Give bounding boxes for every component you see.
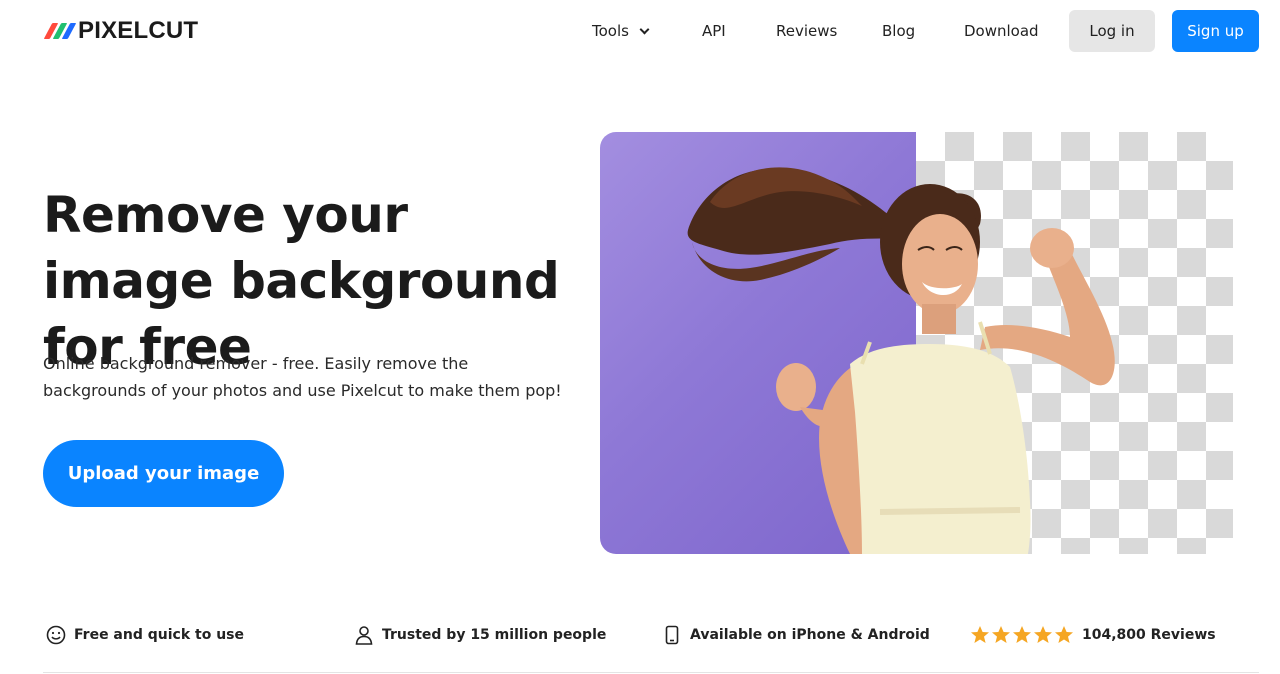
rating-stars <box>970 625 1075 645</box>
nav-tools-label: Tools <box>592 22 629 40</box>
feature-trusted-label: Trusted by 15 million people <box>382 627 607 643</box>
feature-free: Free and quick to use <box>45 624 244 646</box>
nav-link-api[interactable]: API <box>702 22 726 40</box>
woman-photo <box>687 167 1115 554</box>
star-icon <box>1055 626 1073 643</box>
star-icon <box>1013 626 1031 643</box>
feature-trusted: Trusted by 15 million people <box>353 624 606 646</box>
feature-platforms: Available on iPhone & Android <box>661 624 930 646</box>
phone-icon <box>661 624 683 646</box>
hero-subtitle-line1: Online background remover - free. Easily… <box>43 354 469 373</box>
logo-icon <box>43 21 77 41</box>
top-nav: PIXELCUT Tools API Reviews Blog Download… <box>0 0 1280 64</box>
feature-platforms-label: Available on iPhone & Android <box>690 627 930 643</box>
star-icon <box>992 626 1010 643</box>
person-icon <box>353 624 375 646</box>
nav-link-download[interactable]: Download <box>964 22 1039 40</box>
logo[interactable]: PIXELCUT <box>43 17 199 44</box>
feature-reviews: 104,800 Reviews <box>970 624 1216 646</box>
hero-subtitle-line2: backgrounds of your photos and use Pixel… <box>43 381 562 400</box>
logo-text: PIXELCUT <box>78 17 199 44</box>
nav-tools-dropdown[interactable]: Tools <box>592 22 650 40</box>
nav-link-blog[interactable]: Blog <box>882 22 915 40</box>
login-button[interactable]: Log in <box>1069 10 1155 52</box>
chevron-down-icon <box>639 24 650 35</box>
hero-image <box>600 132 1233 554</box>
feature-free-label: Free and quick to use <box>74 627 244 643</box>
star-icon <box>971 626 989 643</box>
star-icon <box>1034 626 1052 643</box>
section-divider <box>43 672 1259 673</box>
nav-link-reviews[interactable]: Reviews <box>776 22 837 40</box>
smiley-icon <box>45 624 67 646</box>
feature-reviews-label: 104,800 Reviews <box>1082 627 1216 643</box>
signup-button[interactable]: Sign up <box>1172 10 1259 52</box>
hero-subtitle: Online background remover - free. Easily… <box>43 350 563 404</box>
upload-image-button[interactable]: Upload your image <box>43 440 284 507</box>
